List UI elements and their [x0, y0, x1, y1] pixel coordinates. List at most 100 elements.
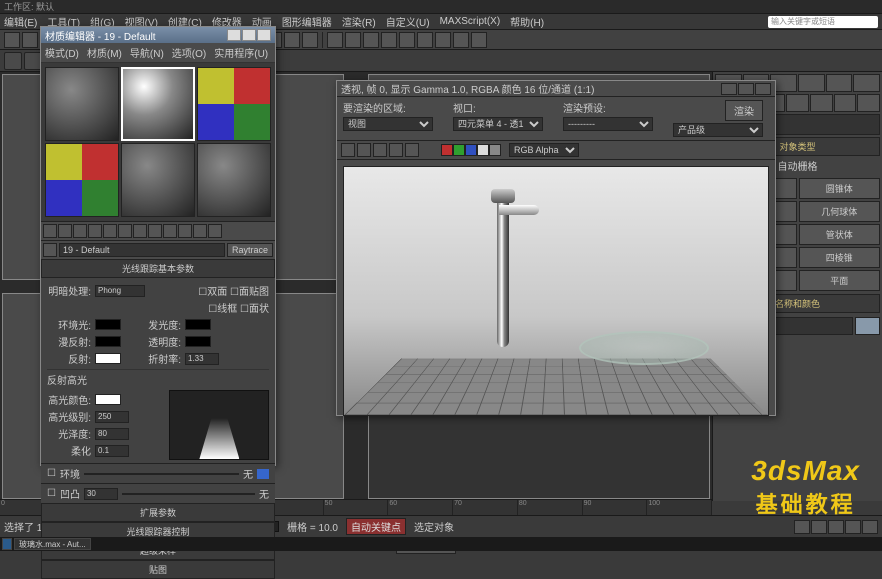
product-dropdown[interactable]: 产品级 [673, 123, 763, 137]
next-frame-icon[interactable] [845, 520, 861, 534]
go-parent-icon[interactable] [193, 224, 207, 238]
material-slot-2[interactable] [121, 67, 195, 141]
copy-image-icon[interactable] [357, 143, 371, 157]
layers-icon[interactable] [363, 32, 379, 48]
render-close-icon[interactable] [755, 83, 771, 95]
reflect-swatch[interactable] [95, 353, 121, 364]
spacewarps-subtab[interactable] [834, 94, 857, 112]
reset-material-icon[interactable] [88, 224, 102, 238]
spinner-snap-icon[interactable] [302, 32, 318, 48]
material-editor-icon[interactable] [417, 32, 433, 48]
area-dropdown[interactable]: 视图 [343, 117, 433, 131]
spec-level-spinner[interactable] [95, 411, 129, 423]
basic-params-rollout-header[interactable]: 光线跟踪基本参数 [41, 259, 275, 278]
pick-material-icon[interactable] [43, 243, 57, 257]
help-search-input[interactable]: 输入关键字或短语 [768, 16, 878, 28]
plane-button[interactable]: 平面 [799, 270, 881, 291]
material-id-icon[interactable] [148, 224, 162, 238]
close-icon[interactable] [257, 29, 271, 41]
assign-material-icon[interactable] [73, 224, 87, 238]
menu-custom[interactable]: 自定义(U) [386, 14, 430, 29]
mono-channel-toggle[interactable] [489, 144, 501, 156]
blue-channel-toggle[interactable] [465, 144, 477, 156]
material-type-button[interactable]: Raytrace [227, 243, 273, 257]
print-icon[interactable] [389, 143, 403, 157]
green-channel-toggle[interactable] [453, 144, 465, 156]
tube-button[interactable]: 管状体 [799, 224, 881, 245]
selected-filter[interactable]: 选定对象 [414, 519, 454, 534]
menu-graph[interactable]: 图形编辑器 [282, 14, 332, 29]
render-minimize-icon[interactable] [721, 83, 737, 95]
object-color-swatch[interactable] [855, 317, 880, 335]
cameras-subtab[interactable] [786, 94, 809, 112]
mat-menu-mode[interactable]: 模式(D) [45, 45, 79, 60]
make-unique-icon[interactable] [118, 224, 132, 238]
viewport-dropdown[interactable]: 四元菜单 4 - 透1 [453, 117, 543, 131]
mat-menu-material[interactable]: 材质(M) [87, 45, 122, 60]
goto-start-icon[interactable] [794, 520, 810, 534]
curve-editor-icon[interactable] [381, 32, 397, 48]
material-name-input[interactable] [59, 243, 225, 257]
maps-rollout[interactable]: 贴图 [41, 560, 275, 579]
make-copy-icon[interactable] [103, 224, 117, 238]
prev-frame-icon[interactable] [811, 520, 827, 534]
luminosity-swatch[interactable] [185, 319, 211, 330]
goto-end-icon[interactable] [862, 520, 878, 534]
play-icon[interactable] [828, 520, 844, 534]
channel-dropdown[interactable]: RGB Alpha [509, 143, 579, 157]
environment-map-button[interactable]: 无 [243, 466, 253, 481]
put-library-icon[interactable] [133, 224, 147, 238]
display-tab[interactable] [826, 74, 853, 92]
ior-spinner[interactable] [185, 353, 219, 365]
mat-menu-nav[interactable]: 导航(N) [130, 45, 164, 60]
material-editor-titlebar[interactable]: 材质编辑器 - 19 - Default [41, 27, 275, 43]
bump-map-button[interactable]: 无 [259, 486, 269, 501]
diffuse-swatch[interactable] [95, 336, 121, 347]
mat-menu-utils[interactable]: 实用程序(U) [214, 45, 268, 60]
start-button[interactable] [2, 538, 12, 550]
align-icon[interactable] [345, 32, 361, 48]
preset-dropdown[interactable]: --------- [563, 117, 653, 131]
menu-help[interactable]: 帮助(H) [510, 14, 544, 29]
mirror-icon[interactable] [327, 32, 343, 48]
glossiness-spinner[interactable] [95, 428, 129, 440]
maximize-icon[interactable] [242, 29, 256, 41]
helpers-subtab[interactable] [810, 94, 833, 112]
systems-subtab[interactable] [857, 94, 880, 112]
render-output-view[interactable] [343, 166, 769, 416]
menu-edit[interactable]: 编辑(E) [4, 14, 37, 29]
get-material-icon[interactable] [43, 224, 57, 238]
pyramid-button[interactable]: 四棱锥 [799, 247, 881, 268]
cone-button[interactable]: 圆锥体 [799, 178, 881, 199]
shading-dropdown[interactable] [95, 285, 145, 297]
utilities-tab[interactable] [853, 74, 880, 92]
schematic-icon[interactable] [399, 32, 415, 48]
ambient-swatch[interactable] [95, 319, 121, 330]
redo-icon[interactable] [22, 32, 38, 48]
render-window-titlebar[interactable]: 透视, 帧 0, 显示 Gamma 1.0, RGBA 颜色 16 位/通道 (… [337, 81, 775, 97]
bump-amount-spinner[interactable] [84, 488, 118, 500]
material-slot-1[interactable] [45, 67, 119, 141]
environment-map-swatch[interactable] [257, 469, 269, 479]
undo-icon[interactable] [4, 32, 20, 48]
show-map-icon[interactable] [163, 224, 177, 238]
put-material-icon[interactable] [58, 224, 72, 238]
soften-spinner[interactable] [95, 445, 129, 457]
menu-maxscript[interactable]: MAXScript(X) [440, 16, 501, 27]
transparency-swatch[interactable] [185, 336, 211, 347]
geosphere-button[interactable]: 几何球体 [799, 201, 881, 222]
material-slot-4[interactable] [45, 143, 119, 217]
red-channel-toggle[interactable] [441, 144, 453, 156]
taskbar-item[interactable]: 玻璃水.max - Aut... [14, 538, 91, 550]
render-frame-icon[interactable] [453, 32, 469, 48]
material-slot-3[interactable] [197, 67, 271, 141]
alpha-channel-toggle[interactable] [477, 144, 489, 156]
show-end-icon[interactable] [178, 224, 192, 238]
auto-key-button[interactable]: 自动关键点 [346, 518, 406, 535]
minimize-icon[interactable] [227, 29, 241, 41]
spec-color-swatch[interactable] [95, 394, 121, 405]
extended-params-rollout[interactable]: 扩展参数 [41, 503, 275, 522]
material-slot-5[interactable] [121, 143, 195, 217]
percent-snap-icon[interactable] [284, 32, 300, 48]
clear-icon[interactable] [405, 143, 419, 157]
